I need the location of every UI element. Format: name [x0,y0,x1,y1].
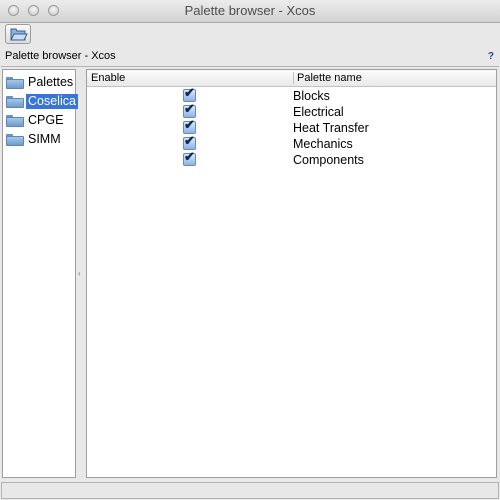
palette-name-cell: Electrical [293,105,344,119]
enable-checkbox[interactable]: ✔ [183,149,196,166]
folder-icon [6,134,24,146]
tree-item-label: Palettes [28,75,74,89]
folder-icon [6,77,24,89]
column-header-enable[interactable]: Enable [91,71,125,85]
divider-collapse-icon[interactable]: ‹ [78,269,81,278]
folder-icon [6,115,24,127]
checkmark-icon: ✔ [184,117,195,132]
tree-item-label: SIMM [28,132,61,146]
column-separator[interactable] [293,72,294,84]
title-bar: Palette browser - Xcos [0,0,500,23]
palette-name-cell: Components [293,153,364,167]
status-bar [1,482,499,499]
folder-open-icon [10,28,28,41]
checkmark-icon: ✔ [184,149,195,164]
window-title: Palette browser - Xcos [184,3,316,18]
panel-header: Palette browser - Xcos ? [0,48,500,66]
main-content: Palettes Coselica CPGE SIMM ‹ Enable Palett… [1,66,499,481]
table-row[interactable]: ✔ Mechanics [87,133,496,152]
tree-item-label: Coselica [26,94,78,109]
panel-title: Palette browser - Xcos [5,50,116,62]
checkmark-icon: ✔ [184,85,195,100]
table-row[interactable]: ✔ Electrical [87,101,496,120]
column-header-palette-name[interactable]: Palette name [297,71,362,85]
checkmark-icon: ✔ [184,133,195,148]
palette-name-cell: Heat Transfer [293,121,369,135]
open-palette-button[interactable] [5,24,31,44]
folder-icon [6,96,24,108]
palette-tree[interactable]: Palettes Coselica CPGE SIMM [2,69,78,478]
tree-item-label: CPGE [28,113,64,127]
palette-name-cell: Mechanics [293,137,353,151]
table-header: Enable Palette name [87,70,496,87]
help-button[interactable]: ? [488,51,494,62]
palette-table: Enable Palette name ✔ Blocks ✔ Electrical ✔ H… [86,69,497,478]
checkmark-icon: ✔ [184,101,195,116]
split-divider[interactable]: ‹ [76,69,86,478]
table-row[interactable]: ✔ Heat Transfer [87,117,496,136]
toolbar [0,23,500,47]
table-row[interactable]: ✔ Components [87,149,496,168]
palette-name-cell: Blocks [293,89,330,103]
table-row[interactable]: ✔ Blocks [87,85,496,104]
